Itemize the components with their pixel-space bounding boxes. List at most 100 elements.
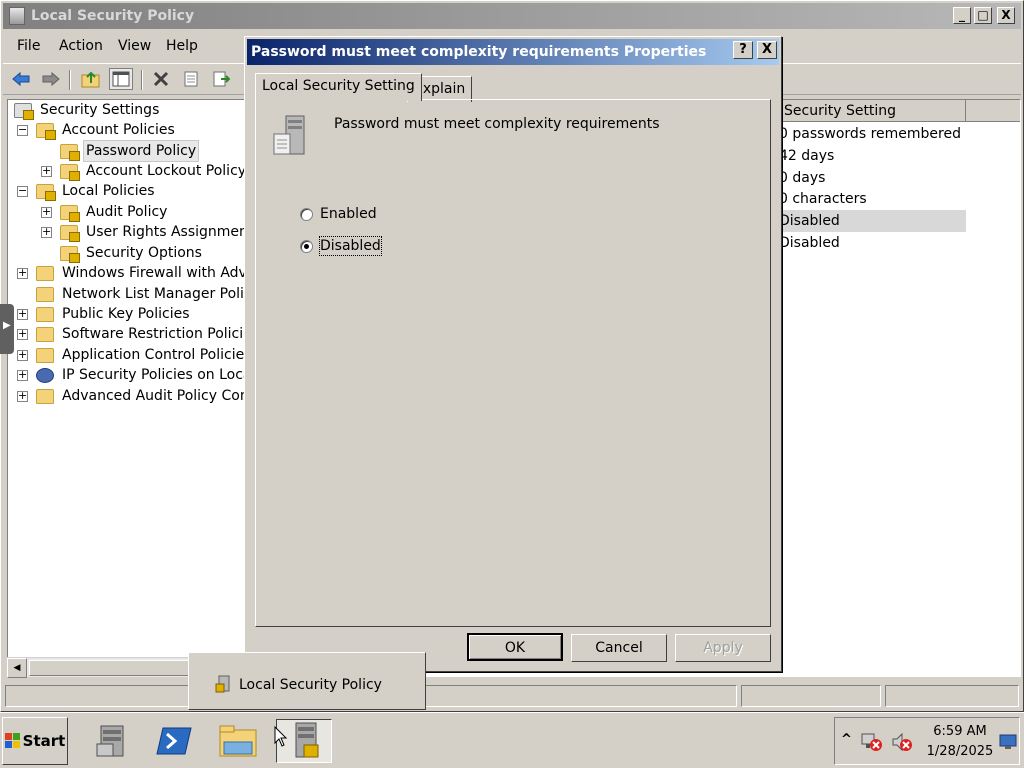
start-label: Start: [22, 732, 66, 750]
list-value[interactable]: 0 days: [779, 167, 825, 189]
help-button[interactable]: ?: [733, 41, 753, 59]
folder-icon: [36, 326, 54, 342]
folder-icon: [36, 122, 56, 140]
tree-pane[interactable]: Security Settings − Account Policies Pas…: [7, 99, 247, 677]
menu-view[interactable]: View: [118, 38, 151, 54]
list-value[interactable]: 42 days: [779, 145, 834, 167]
tree-item-account-policies[interactable]: Account Policies: [36, 120, 177, 140]
mouse-cursor-icon: [274, 725, 288, 748]
popup-label: Local Security Policy: [239, 677, 382, 693]
clock-date: 1/28/2025: [926, 744, 994, 759]
tree-item-audit-policy[interactable]: Audit Policy: [60, 202, 169, 222]
side-handle[interactable]: ▶: [0, 304, 14, 354]
show-desktop-icon[interactable]: [999, 734, 1017, 750]
security-policy-icon: [9, 7, 25, 25]
folder-icon: [60, 224, 80, 242]
menu-file[interactable]: File: [17, 38, 40, 54]
collapse-icon[interactable]: −: [17, 185, 28, 197]
cancel-button[interactable]: Cancel: [571, 634, 667, 662]
taskbar-preview-popup[interactable]: Local Security Policy: [188, 652, 426, 710]
minimize-button[interactable]: _: [953, 7, 971, 24]
status-panel: [741, 685, 881, 707]
tab-local-security-setting[interactable]: Local Security Setting: [255, 73, 422, 101]
taskbar: Start ^ 6:59 AM 1/28/2025: [0, 712, 1024, 768]
tree-item-network-list-manager[interactable]: Network List Manager Policies: [36, 284, 246, 304]
volume-muted-icon[interactable]: [891, 732, 913, 752]
tree-item-windows-firewall[interactable]: Windows Firewall with Advanc: [36, 263, 246, 283]
apply-button[interactable]: Apply: [675, 634, 771, 662]
radio-disabled[interactable]: [300, 240, 313, 253]
list-value[interactable]: Disabled: [779, 232, 840, 254]
radio-disabled-label[interactable]: Disabled: [319, 236, 382, 256]
up-folder-icon[interactable]: [79, 68, 103, 90]
properties-icon[interactable]: [179, 68, 203, 90]
folder-icon: [36, 347, 54, 363]
tree-item-security-options[interactable]: Security Options: [60, 243, 204, 263]
menu-help[interactable]: Help: [166, 38, 198, 54]
powershell-icon[interactable]: [152, 719, 196, 763]
tree-item-application-control[interactable]: Application Control Policies: [36, 345, 246, 365]
expand-icon[interactable]: +: [41, 206, 52, 218]
tree-item-public-key-policies[interactable]: Public Key Policies: [36, 304, 192, 324]
ok-button[interactable]: OK: [467, 633, 563, 661]
status-panel: [885, 685, 1019, 707]
properties-dialog: Password must meet complexity requiremen…: [244, 36, 782, 672]
folder-icon: [60, 143, 80, 161]
expand-icon[interactable]: +: [17, 267, 28, 279]
tab-panel: Password must meet complexity requiremen…: [255, 99, 771, 627]
server-policy-icon: [272, 114, 312, 158]
system-tray: ^ 6:59 AM 1/28/2025: [834, 717, 1020, 765]
list-value[interactable]: 0 passwords remembered: [779, 123, 961, 145]
expand-icon[interactable]: +: [17, 390, 28, 402]
expand-icon[interactable]: +: [41, 226, 52, 238]
expand-icon[interactable]: +: [17, 328, 28, 340]
folder-icon: [36, 306, 54, 322]
radio-enabled-label[interactable]: Enabled: [320, 205, 377, 223]
radio-enabled[interactable]: [300, 208, 313, 221]
tree-root-security-settings[interactable]: Security Settings: [14, 100, 161, 120]
show-hide-tree-icon[interactable]: [109, 68, 133, 90]
main-title-bar[interactable]: Local Security Policy: [3, 3, 1021, 29]
tree-item-user-rights-assignment[interactable]: User Rights Assignment: [60, 222, 246, 242]
clock-time: 6:59 AM: [933, 724, 987, 739]
tree-item-account-lockout-policy[interactable]: Account Lockout Policy: [60, 161, 246, 181]
maximize-button[interactable]: □: [974, 7, 992, 24]
tree-item-password-policy[interactable]: Password Policy: [60, 140, 200, 162]
forward-arrow-icon[interactable]: [39, 68, 63, 90]
tray-chevron-icon[interactable]: ^: [841, 732, 852, 747]
dialog-title-bar[interactable]: Password must meet complexity requiremen…: [247, 39, 779, 65]
security-policy-icon: [215, 675, 231, 693]
expand-icon[interactable]: +: [17, 349, 28, 361]
start-button[interactable]: Start: [2, 717, 68, 765]
folder-icon: [60, 245, 80, 263]
collapse-icon[interactable]: −: [17, 124, 28, 136]
clock[interactable]: 6:59 AM 1/28/2025: [925, 722, 995, 762]
dialog-close-button[interactable]: X: [757, 41, 777, 59]
expand-icon[interactable]: +: [41, 165, 52, 177]
server-manager-icon[interactable]: [90, 719, 134, 763]
side-handle-arrow-icon: ▶: [3, 320, 11, 331]
list-value[interactable]: 0 characters: [779, 188, 867, 210]
back-arrow-icon[interactable]: [9, 68, 33, 90]
menu-action[interactable]: Action: [59, 38, 103, 54]
dialog-title: Password must meet complexity requiremen…: [251, 44, 707, 60]
main-window-title: Local Security Policy: [31, 8, 195, 24]
network-disconnected-icon[interactable]: [861, 732, 883, 752]
windows-logo-icon: [4, 733, 21, 749]
expand-icon[interactable]: +: [17, 369, 28, 381]
expand-icon[interactable]: +: [17, 308, 28, 320]
folder-icon: [60, 204, 80, 222]
folder-icon: [36, 388, 54, 404]
export-list-icon[interactable]: [209, 68, 233, 90]
tree-item-advanced-audit[interactable]: Advanced Audit Policy Configu: [36, 386, 246, 406]
tree-item-software-restriction[interactable]: Software Restriction Policies: [36, 324, 246, 344]
scroll-left-icon[interactable]: ◀: [7, 658, 27, 678]
file-explorer-icon[interactable]: [216, 719, 260, 763]
tree-item-ip-security[interactable]: IP Security Policies on Local C: [36, 365, 246, 385]
list-value[interactable]: Disabled: [779, 210, 840, 232]
delete-icon[interactable]: [149, 68, 173, 90]
tree-item-local-policies[interactable]: Local Policies: [36, 181, 157, 201]
policy-name: Password must meet complexity requiremen…: [334, 116, 660, 132]
security-settings-icon: [14, 102, 34, 120]
close-button[interactable]: X: [997, 7, 1015, 24]
